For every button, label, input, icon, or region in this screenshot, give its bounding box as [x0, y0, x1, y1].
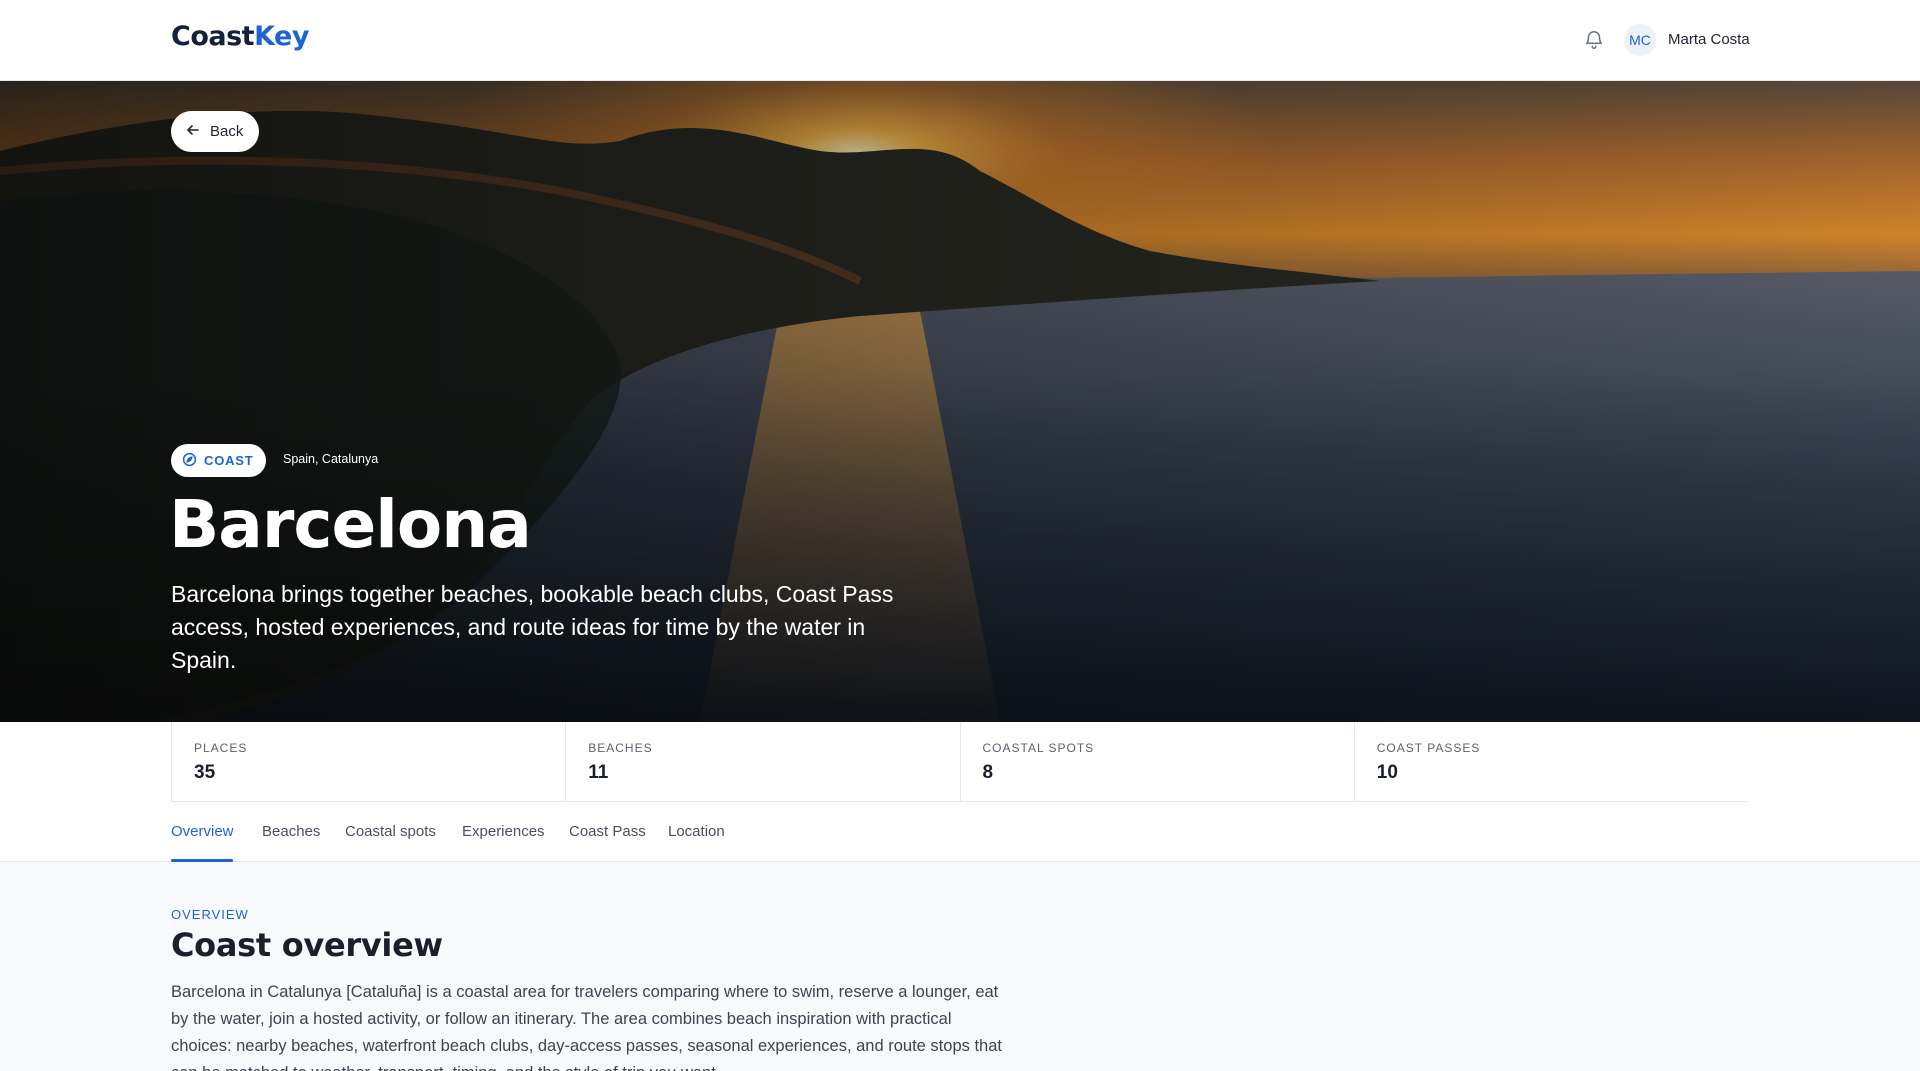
stat-beaches: BEACHES 11 [565, 722, 959, 801]
stat-coast-passes: COAST PASSES 10 [1353, 722, 1748, 801]
category-badge: COAST [171, 444, 266, 477]
tab-overview[interactable]: Overview [171, 823, 234, 840]
hero-description: Barcelona brings together beaches, booka… [171, 581, 894, 673]
stat-value: 11 [588, 762, 609, 783]
avatar[interactable]: MC [1624, 24, 1656, 56]
back-button-label: Back [210, 123, 244, 140]
stat-places: PLACES 35 [171, 722, 565, 801]
page-title: Barcelona [169, 486, 532, 563]
back-button[interactable]: Back [171, 111, 260, 152]
overview-section: OVERVIEW Coast overview Barcelona in Cat… [0, 862, 1920, 1071]
logo-text-coast: Coast [171, 21, 255, 52]
tab-coast-pass[interactable]: Coast Pass [569, 823, 646, 840]
section-eyebrow: OVERVIEW [171, 907, 249, 922]
section-body: Barcelona in Catalunya [Cataluña] is a c… [171, 983, 1002, 1071]
logo-text-key: Key [254, 21, 309, 52]
arrow-left-icon [185, 122, 201, 142]
top-navigation-bar: CoastKey MC Marta Costa [0, 0, 1920, 81]
tab-location[interactable]: Location [668, 823, 725, 840]
coastkey-logo[interactable]: CoastKey [171, 21, 309, 52]
stat-label: COASTAL SPOTS [982, 741, 1095, 755]
hero-banner: Back COAST Spain, Catalunya Barcelona Ba… [0, 81, 1920, 722]
stat-value: 10 [1376, 762, 1398, 783]
stat-label: PLACES [194, 741, 248, 755]
stat-value: 35 [194, 762, 216, 783]
stat-label: COAST PASSES [1376, 741, 1481, 755]
category-badge-label: COAST [204, 453, 254, 468]
compass-icon [182, 452, 197, 470]
tab-coastal-spots[interactable]: Coastal spots [345, 823, 436, 840]
stat-label: BEACHES [588, 741, 653, 755]
stat-value: 8 [982, 762, 994, 783]
bell-icon[interactable] [1583, 29, 1605, 51]
user-name[interactable]: Marta Costa [1668, 31, 1750, 48]
tab-experiences[interactable]: Experiences [462, 823, 545, 840]
region-label: Spain, Catalunya [283, 452, 379, 466]
stat-coastal-spots: COASTAL SPOTS 8 [959, 722, 1354, 801]
tab-beaches[interactable]: Beaches [262, 823, 320, 840]
section-title: Coast overview [171, 926, 443, 964]
stats-bar: PLACES 35 BEACHES 11 COASTAL SPOTS 8 COA… [171, 722, 1748, 802]
section-tabs: Overview Beaches Coastal spots Experienc… [0, 802, 1920, 862]
